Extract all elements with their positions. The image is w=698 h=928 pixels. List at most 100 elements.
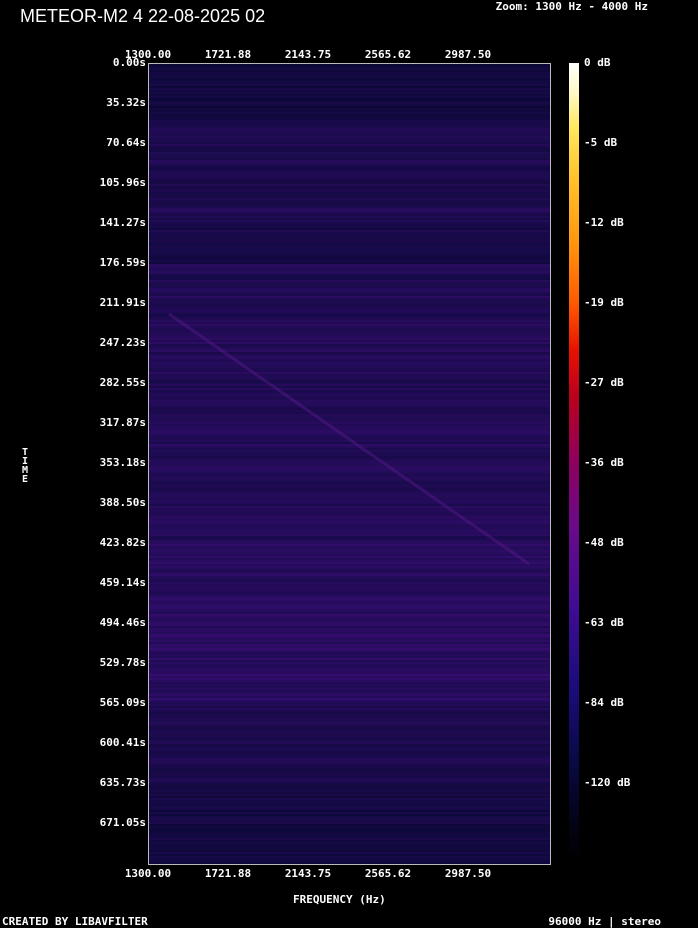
spectrogram-band	[149, 256, 550, 258]
spectrogram-band	[149, 430, 550, 432]
spectrogram-band	[149, 320, 550, 322]
spectrogram-band	[149, 492, 550, 494]
spectrogram-band	[149, 390, 550, 392]
spectrogram-band	[149, 80, 550, 82]
spectrogram-band	[149, 456, 550, 458]
spectrogram-band	[149, 744, 550, 746]
y-tick: 671.05s	[99, 816, 146, 829]
spectrogram-band	[149, 130, 550, 132]
spectrogram-band	[149, 586, 550, 588]
spectrogram-band	[149, 304, 550, 306]
y-tick: 388.50s	[99, 496, 146, 509]
spectrogram-band	[149, 332, 550, 334]
spectrogram-band	[149, 102, 550, 104]
spectrogram-band	[149, 476, 550, 478]
spectrogram-band	[149, 166, 550, 168]
spectrogram-band	[149, 482, 550, 484]
y-tick: 529.78s	[99, 656, 146, 669]
spectrogram-band	[149, 498, 550, 500]
spectrogram-band	[149, 754, 550, 756]
spectrogram-band	[149, 584, 550, 586]
spectrogram-band	[149, 806, 550, 808]
spectrogram-band	[149, 352, 550, 354]
spectrogram-band	[149, 564, 550, 566]
spectrogram-band	[149, 306, 550, 308]
spectrogram-band	[149, 374, 550, 376]
spectrogram-band	[149, 152, 550, 154]
spectrogram-band	[149, 316, 550, 318]
spectrogram-band	[149, 556, 550, 558]
spectrogram-band	[149, 834, 550, 836]
spectrogram-band	[149, 184, 550, 186]
y-tick: 600.41s	[99, 736, 146, 749]
spectrogram-band	[149, 294, 550, 296]
spectrogram-band	[149, 178, 550, 180]
spectrogram-band	[149, 434, 550, 436]
spectrogram-band	[149, 350, 550, 352]
spectrogram-band	[149, 644, 550, 646]
spectrogram-band	[149, 800, 550, 802]
spectrogram-band	[149, 690, 550, 692]
spectrogram-band	[149, 142, 550, 144]
spectrogram-band	[149, 554, 550, 556]
y-tick: 141.27s	[99, 216, 146, 229]
spectrogram-band	[149, 730, 550, 732]
spectrogram-band	[149, 840, 550, 842]
spectrogram-band	[149, 358, 550, 360]
spectrogram-band	[149, 240, 550, 242]
spectrogram-band	[149, 204, 550, 206]
spectrogram-band	[149, 344, 550, 346]
spectrogram-band	[149, 772, 550, 774]
spectrogram-band	[149, 860, 550, 862]
spectrogram-band	[149, 382, 550, 384]
spectrogram-band	[149, 112, 550, 114]
spectrogram-band	[149, 354, 550, 356]
spectrogram-band	[149, 308, 550, 310]
y-tick: 282.55s	[99, 376, 146, 389]
spectrogram-band	[149, 838, 550, 840]
spectrogram-band	[149, 684, 550, 686]
spectrogram-band	[149, 512, 550, 514]
spectrogram-band	[149, 92, 550, 94]
spectrogram-band	[149, 66, 550, 68]
spectrogram-band	[149, 162, 550, 164]
spectrogram-band	[149, 88, 550, 90]
spectrogram-band	[149, 412, 550, 414]
spectrogram-band	[149, 712, 550, 714]
spectrogram-band	[149, 530, 550, 532]
spectrogram-band	[149, 726, 550, 728]
spectrogram-band	[149, 520, 550, 522]
y-tick: 211.91s	[99, 296, 146, 309]
spectrogram-band	[149, 716, 550, 718]
spectrogram-band	[149, 776, 550, 778]
spectrogram-band	[149, 514, 550, 516]
spectrogram-band	[149, 250, 550, 252]
spectrogram-band	[149, 448, 550, 450]
spectrogram-band	[149, 604, 550, 606]
spectrogram-band	[149, 458, 550, 460]
spectrogram-band	[149, 662, 550, 664]
y-tick: 494.46s	[99, 616, 146, 629]
spectrogram-band	[149, 676, 550, 678]
spectrogram-band	[149, 96, 550, 98]
spectrogram-band	[149, 634, 550, 636]
spectrogram-band	[149, 196, 550, 198]
spectrogram-band	[149, 110, 550, 112]
spectrogram-band	[149, 138, 550, 140]
spectrogram-band	[149, 600, 550, 602]
spectrogram-band	[149, 714, 550, 716]
spectrogram-band	[149, 168, 550, 170]
x-tick-bottom: 1721.88	[204, 867, 252, 880]
spectrogram-band	[149, 546, 550, 548]
spectrogram-band	[149, 848, 550, 850]
spectrogram-band	[149, 790, 550, 792]
spectrogram-band	[149, 118, 550, 120]
spectrogram-band	[149, 418, 550, 420]
spectrogram-band	[149, 348, 550, 350]
spectrogram-band	[149, 738, 550, 740]
spectrogram-band	[149, 830, 550, 832]
spectrogram-band	[149, 748, 550, 750]
spectrogram-band	[149, 624, 550, 626]
colorbar-tick: -36 dB	[584, 456, 624, 469]
spectrogram-band	[149, 176, 550, 178]
